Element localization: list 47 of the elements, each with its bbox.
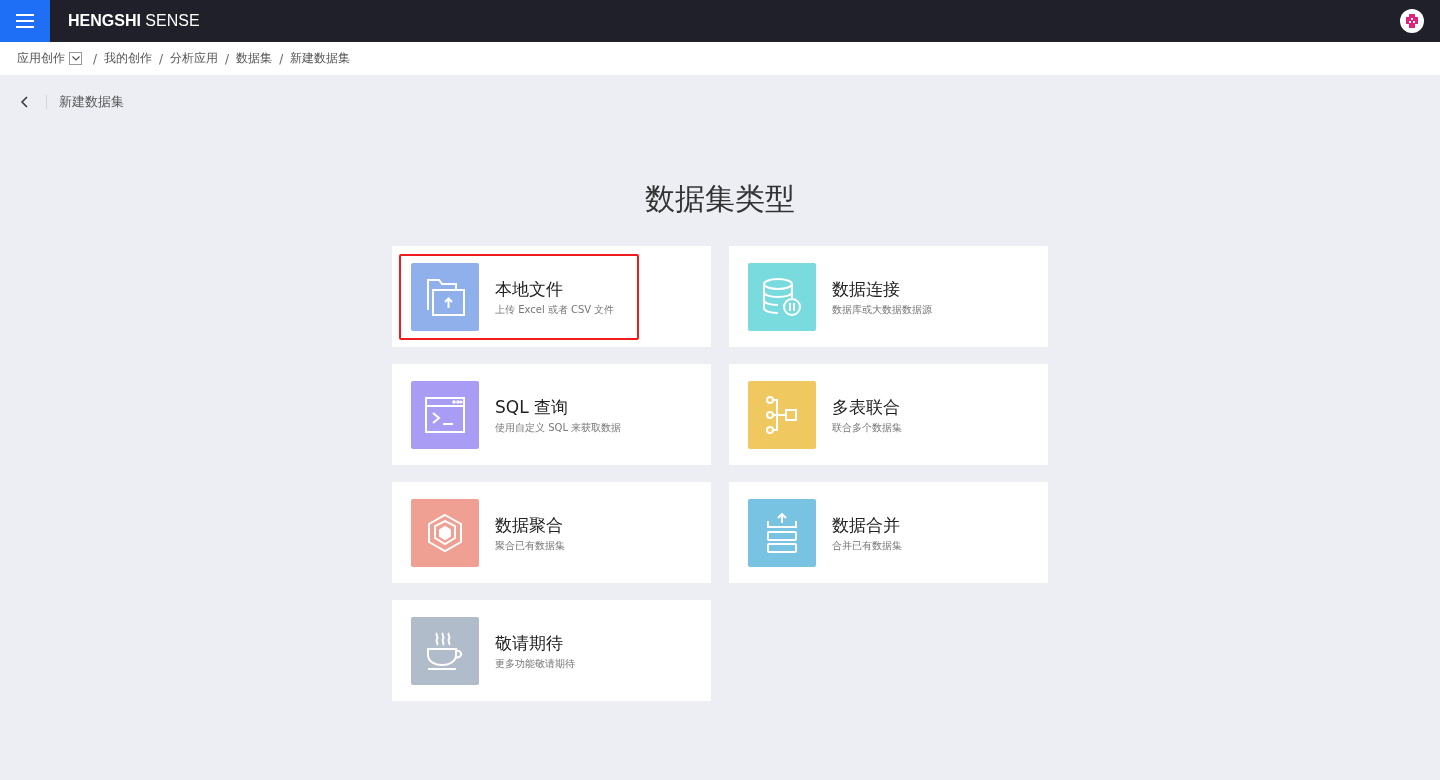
- dataset-type-card[interactable]: 本地文件 上传 Excel 或者 CSV 文件: [392, 246, 711, 347]
- stack-upload-icon: [766, 513, 798, 553]
- database-icon: [761, 277, 803, 317]
- card-title: 敬请期待: [495, 631, 563, 655]
- dataset-type-card[interactable]: SQL 查询 使用自定义 SQL 来获取数据: [392, 364, 711, 465]
- dataset-type-card[interactable]: 数据聚合 聚合已有数据集: [392, 482, 711, 583]
- card-description: 上传 Excel 或者 CSV 文件: [495, 302, 615, 317]
- card-description: 联合多个数据集: [832, 420, 902, 435]
- cube-icon: [425, 513, 465, 553]
- card-title: 数据聚合: [495, 513, 563, 537]
- card-description: 更多功能敬请期待: [495, 656, 575, 671]
- user-avatar[interactable]: [1400, 9, 1424, 33]
- card-title: 多表联合: [832, 395, 900, 419]
- card-title: 数据合并: [832, 513, 900, 537]
- card-title: 数据连接: [832, 277, 900, 301]
- breadcrumb-link[interactable]: 新建数据集: [290, 50, 351, 67]
- chevron-left-icon: [20, 96, 28, 108]
- breadcrumb-link[interactable]: 分析应用: [170, 50, 219, 67]
- menu-button[interactable]: [0, 0, 50, 42]
- breadcrumb-link[interactable]: 应用创作: [17, 50, 65, 67]
- chevron-down-icon: [71, 56, 80, 61]
- breadcrumb-separator: /: [279, 51, 284, 66]
- dataset-type-card[interactable]: 数据合并 合并已有数据集: [729, 482, 1048, 583]
- app-logo: HENGSHI SENSE: [68, 12, 200, 30]
- dropdown-toggle[interactable]: [69, 52, 82, 65]
- back-button[interactable]: [18, 94, 30, 110]
- menu-icon: [16, 14, 34, 28]
- dataset-type-card[interactable]: 数据连接 数据库或大数据数据源: [729, 246, 1048, 347]
- card-description: 合并已有数据集: [832, 538, 902, 553]
- breadcrumb-separator: /: [225, 51, 230, 66]
- card-description: 聚合已有数据集: [495, 538, 565, 553]
- card-description: 数据库或大数据数据源: [832, 302, 932, 317]
- page-title: 新建数据集: [59, 93, 124, 111]
- avatar-icon: [1404, 13, 1420, 29]
- breadcrumb-link[interactable]: 数据集: [236, 50, 273, 67]
- dataset-type-card[interactable]: 多表联合 联合多个数据集: [729, 364, 1048, 465]
- card-title: 本地文件: [495, 277, 563, 301]
- breadcrumb-separator: /: [159, 51, 164, 66]
- card-description: 使用自定义 SQL 来获取数据: [495, 420, 622, 435]
- breadcrumb-link[interactable]: 我的创作: [104, 50, 153, 67]
- dataset-type-card[interactable]: 敬请期待 更多功能敬请期待: [392, 600, 711, 701]
- card-title: SQL 查询: [495, 395, 569, 419]
- section-heading: 数据集类型: [644, 180, 796, 218]
- tree-diagram-icon: [766, 396, 798, 434]
- coffee-cup-icon: [425, 632, 465, 670]
- breadcrumb-separator: /: [93, 51, 98, 66]
- terminal-icon: [425, 397, 465, 433]
